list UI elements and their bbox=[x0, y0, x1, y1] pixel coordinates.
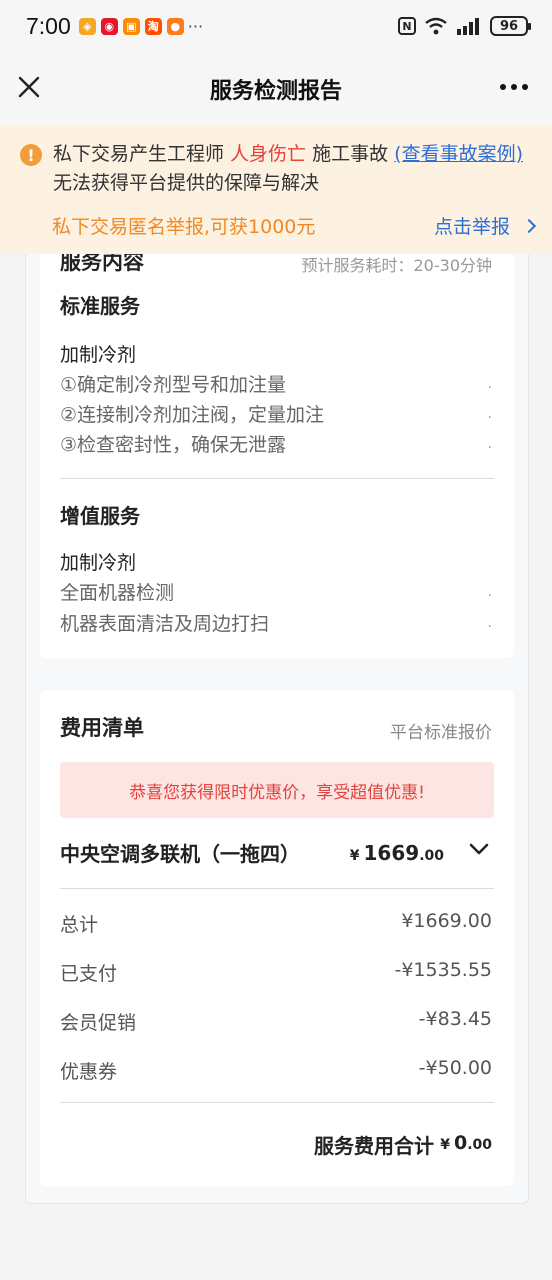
fee-row-value: -¥1535.55 bbox=[394, 959, 492, 981]
fee-row-value: -¥50.00 bbox=[418, 1057, 492, 1079]
signal-icon bbox=[457, 18, 479, 35]
more-options-icon[interactable] bbox=[500, 84, 528, 90]
status-time: 7:00 bbox=[26, 12, 71, 39]
warning-text-part: 施工事故 bbox=[306, 143, 395, 165]
report-button-label: 点击举报 bbox=[433, 216, 510, 238]
orange-app-icon: ▣ bbox=[122, 17, 140, 35]
standard-step: ①确定制冷剂型号和加注量 bbox=[60, 374, 287, 396]
total-integer: 0 bbox=[453, 1132, 468, 1154]
standard-service-title: 标准服务 bbox=[60, 294, 140, 318]
warning-icon: ! bbox=[20, 144, 42, 166]
value-added-service-item: 加制冷剂 bbox=[60, 552, 137, 574]
navigation-bar: 服务检测报告 bbox=[0, 52, 552, 126]
fee-row-value: -¥83.45 bbox=[418, 1008, 492, 1030]
price-integer: 1669 bbox=[363, 841, 420, 865]
item-dot: . bbox=[487, 584, 492, 600]
warning-text-part: 无法获得平台提供的保障与解决 bbox=[53, 172, 320, 194]
currency-symbol: ¥ bbox=[349, 848, 360, 864]
fee-row-value: ¥1669.00 bbox=[401, 910, 492, 932]
standard-service-item: 加制冷剂 bbox=[60, 344, 137, 366]
fee-row-member-promo: 会员促销 -¥83.45 bbox=[60, 1008, 492, 1035]
battery-icon: 96 bbox=[490, 16, 531, 36]
view-accident-cases-link[interactable]: (查看事故案例) bbox=[394, 143, 523, 165]
warning-text-part: 私下交易产生工程师 bbox=[53, 143, 231, 165]
promo-banner: 恭喜您获得限时优惠价，享受超值优惠! bbox=[60, 762, 494, 818]
injury-highlight: 人身伤亡 bbox=[230, 143, 307, 165]
fee-list-card: 费用清单 平台标准报价 恭喜您获得限时优惠价，享受超值优惠! 中央空调多联机（一… bbox=[40, 690, 514, 1186]
total-decimal: .00 bbox=[467, 1137, 492, 1153]
status-app-icons: ◈ ◉ ▣ 淘 ● bbox=[78, 17, 184, 35]
fee-row-label: 优惠券 bbox=[60, 1061, 118, 1083]
standard-step: ②连接制冷剂加注阀，定量加注 bbox=[60, 404, 325, 426]
price-decimal: .00 bbox=[419, 848, 444, 864]
product-name: 中央空调多联机（一拖四） bbox=[60, 842, 300, 866]
fee-row-coupon: 优惠券 -¥50.00 bbox=[60, 1057, 492, 1084]
status-indicators: N 96 bbox=[398, 16, 531, 36]
fee-row-paid: 已支付 -¥1535.55 bbox=[60, 959, 492, 986]
section-divider bbox=[60, 478, 494, 479]
service-content-card: 服务内容 预计服务耗时：20-30分钟 标准服务 加制冷剂 ①确定制冷剂型号和加… bbox=[40, 210, 514, 658]
wifi-icon bbox=[425, 17, 447, 35]
warning-text: 私下交易产生工程师 人身伤亡 施工事故 (查看事故案例) 无法获得平台提供的保障… bbox=[53, 140, 533, 198]
status-bar: 7:00 ◈ ◉ ▣ 淘 ● ··· N 96 bbox=[0, 0, 552, 52]
fee-list-title: 费用清单 bbox=[60, 716, 144, 740]
private-trade-warning-banner: ! 私下交易产生工程师 人身伤亡 施工事故 (查看事故案例) 无法获得平台提供的… bbox=[0, 126, 552, 254]
step-dot: . bbox=[487, 406, 492, 422]
platform-price-note: 平台标准报价 bbox=[390, 723, 492, 743]
service-fee-total-value: ¥0.00 bbox=[440, 1132, 492, 1154]
weibo-app-icon: ◉ bbox=[100, 17, 118, 35]
fee-row-label: 已支付 bbox=[60, 963, 118, 985]
value-added-item: 全面机器检测 bbox=[60, 582, 175, 604]
product-price: ¥1669.00 bbox=[350, 841, 444, 865]
chevron-down-icon[interactable] bbox=[466, 836, 492, 862]
service-duration-note: 预计服务耗时：20-30分钟 bbox=[301, 256, 493, 275]
item-dot: . bbox=[487, 615, 492, 631]
step-dot: . bbox=[487, 436, 492, 452]
value-added-item: 机器表面清洁及周边打扫 bbox=[60, 613, 270, 635]
fee-row-label: 总计 bbox=[60, 914, 99, 936]
service-fee-total-label: 服务费用合计 bbox=[314, 1134, 434, 1158]
more-notifications-icon: ··· bbox=[187, 16, 204, 36]
fee-row-label: 会员促销 bbox=[60, 1012, 137, 1034]
standard-step: ③检查密封性，确保无泄露 bbox=[60, 434, 287, 456]
chevron-right-icon bbox=[521, 218, 537, 233]
value-added-service-title: 增值服务 bbox=[60, 504, 140, 528]
fee-divider bbox=[60, 1102, 494, 1103]
close-icon[interactable] bbox=[16, 74, 42, 100]
wallet-app-icon: ◈ bbox=[78, 17, 96, 35]
taobao-app-icon: 淘 bbox=[144, 17, 162, 35]
report-reward-text: 私下交易匿名举报,可获1000元 bbox=[52, 216, 316, 238]
fee-divider bbox=[60, 888, 494, 889]
step-dot: . bbox=[487, 376, 492, 392]
currency-symbol: ¥ bbox=[440, 1137, 450, 1153]
report-button[interactable]: 点击举报 bbox=[433, 212, 537, 239]
fee-row-total: 总计 ¥1669.00 bbox=[60, 910, 492, 937]
nfc-icon: N bbox=[398, 17, 416, 35]
page-title: 服务检测报告 bbox=[209, 79, 342, 104]
message-app-icon: ● bbox=[166, 17, 184, 35]
